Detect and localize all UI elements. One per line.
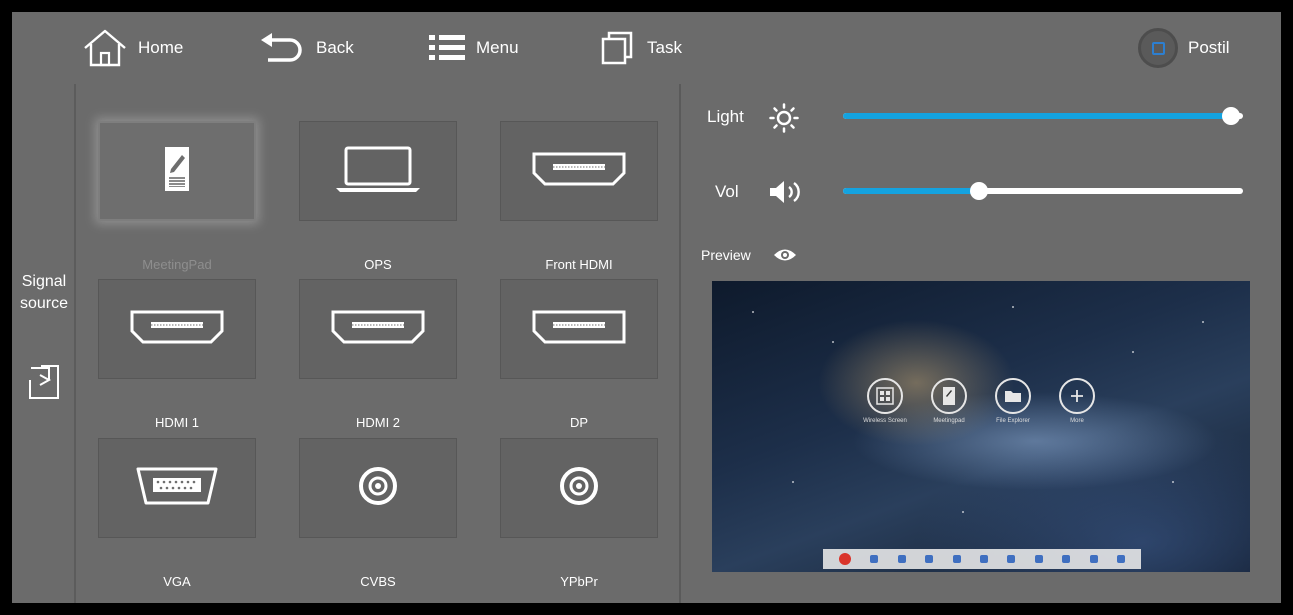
volume-icon <box>768 179 804 210</box>
source-label-meetingpad: MeetingPad <box>142 257 212 272</box>
menu-label: Menu <box>476 38 519 57</box>
signal-source-label: Signal source <box>19 273 69 312</box>
source-label-ypbpr: YPbPr <box>560 574 598 589</box>
vol-label: Vol <box>715 182 739 201</box>
source-grid: MeetingPad OPS Front HDMI HDMI 1 HDMI 2 … <box>78 84 678 603</box>
postil-button[interactable]: Postil <box>1138 28 1230 68</box>
preview-app-meetingpad: Meetingpad <box>926 378 972 424</box>
preview-app-file-explorer: File Explorer <box>990 378 1036 424</box>
task-button[interactable]: Task <box>601 30 682 66</box>
source-tile-hdmi-1[interactable] <box>98 279 256 379</box>
rca-port-icon <box>357 465 399 512</box>
vga-port-icon <box>135 466 219 511</box>
source-tile-cvbs[interactable] <box>299 438 457 538</box>
control-panel: Home Back Menu Task Postil Signal source… <box>12 12 1281 603</box>
source-tile-ops[interactable] <box>299 121 457 221</box>
postil-label: Postil <box>1188 38 1230 57</box>
source-label-cvbs: CVBS <box>360 574 396 589</box>
home-label: Home <box>138 38 184 57</box>
source-tile-hdmi-2[interactable] <box>299 279 457 379</box>
preview-tool-icon <box>1034 555 1043 563</box>
rca-port-icon <box>558 465 600 512</box>
meetingpad-icon <box>162 145 192 198</box>
preview-eraser-tool-icon <box>952 555 961 563</box>
source-tile-meetingpad[interactable] <box>98 121 256 221</box>
volume-slider-thumb[interactable] <box>970 182 988 200</box>
source-label-vga: VGA <box>163 574 191 589</box>
volume-slider[interactable] <box>843 182 1243 200</box>
home-icon <box>82 28 128 68</box>
preview-home-tool-icon <box>838 553 851 565</box>
source-label-front-hdmi: Front HDMI <box>545 257 613 272</box>
home-button[interactable]: Home <box>82 28 184 68</box>
meetingpad-icon <box>931 378 967 414</box>
source-label-dp: DP <box>569 415 589 430</box>
brightness-icon <box>769 103 799 138</box>
preview-back-tool-icon <box>870 555 879 563</box>
displayport-icon <box>531 309 627 350</box>
hdmi-port-icon <box>330 309 426 350</box>
volume-slider-fill <box>843 188 979 194</box>
preview-folder-tool-icon <box>1062 555 1071 563</box>
light-label: Light <box>707 107 744 126</box>
source-label-ops: OPS <box>364 257 392 272</box>
back-label: Back <box>316 38 354 57</box>
panel-divider <box>679 84 681 603</box>
preview-app-more: More <box>1054 378 1100 424</box>
preview-pen-tool-icon <box>925 555 934 563</box>
back-arrow-icon <box>258 30 306 66</box>
folder-icon <box>995 378 1031 414</box>
preview-toolbar <box>823 549 1141 569</box>
hdmi-port-icon <box>129 309 225 350</box>
light-slider-fill <box>843 113 1231 119</box>
plus-icon <box>1059 378 1095 414</box>
signal-source-sidebar: Signal source <box>12 84 76 603</box>
preview-window-tool-icon <box>979 555 988 563</box>
preview-app-wireless-screen: Wireless Screen <box>862 378 908 424</box>
qr-code-icon <box>867 378 903 414</box>
source-tile-dp[interactable] <box>500 279 658 379</box>
preview-tool-icon <box>897 555 906 563</box>
postil-icon <box>1138 28 1178 68</box>
light-slider[interactable] <box>843 107 1243 125</box>
light-slider-thumb[interactable] <box>1222 107 1240 125</box>
hdmi-port-icon <box>531 151 627 192</box>
preview-app-row: Wireless Screen Meetingpad File Explorer… <box>862 378 1100 424</box>
menu-button[interactable]: Menu <box>428 30 519 66</box>
preview-label: Preview <box>701 247 751 263</box>
source-tile-front-hdmi[interactable] <box>500 121 658 221</box>
back-button[interactable]: Back <box>258 30 354 66</box>
preview-screen: Wireless Screen Meetingpad File Explorer… <box>712 281 1250 572</box>
signal-source-icon[interactable] <box>27 364 61 407</box>
preview-tool-icon <box>1117 555 1126 563</box>
source-label-hdmi-2: HDMI 2 <box>355 415 401 430</box>
source-tile-ypbpr[interactable] <box>500 438 658 538</box>
source-tile-vga[interactable] <box>98 438 256 538</box>
menu-list-icon <box>428 33 466 63</box>
preview-tool-icon <box>1007 555 1016 563</box>
preview-tool-icon <box>1089 555 1098 563</box>
task-windows-icon <box>601 31 637 65</box>
eye-icon[interactable] <box>773 247 797 268</box>
top-bar: Home Back Menu Task Postil <box>12 12 1281 84</box>
source-label-hdmi-1: HDMI 1 <box>154 415 200 430</box>
task-label: Task <box>647 38 682 57</box>
laptop-icon <box>334 144 422 199</box>
